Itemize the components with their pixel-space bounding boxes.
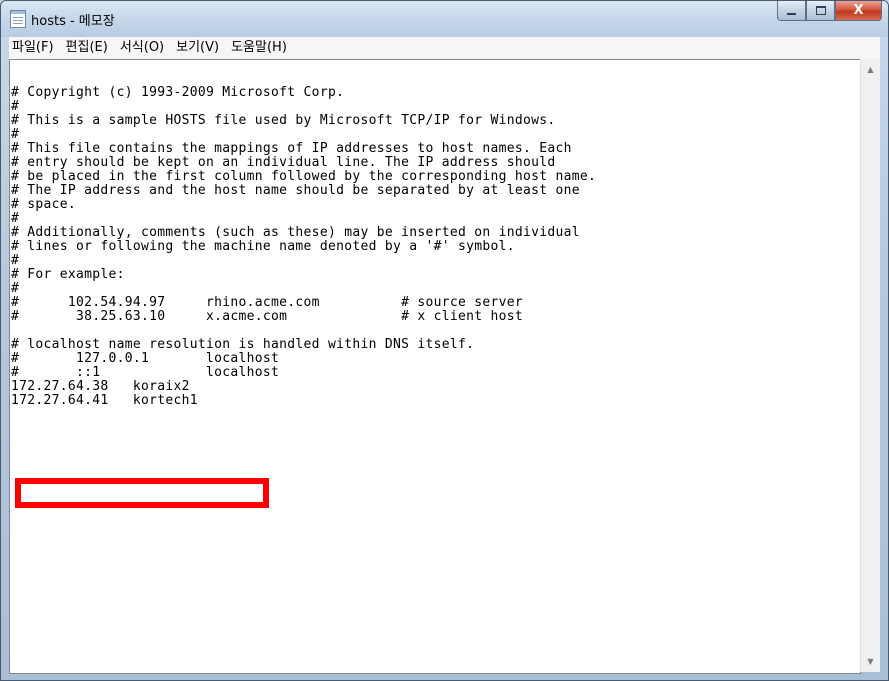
text-line: # entry should be kept on an individual … (11, 155, 556, 170)
menu-format[interactable]: 서식(O) (114, 37, 170, 59)
menu-bar: 파일(F) 편집(E) 서식(O) 보기(V) 도움말(H) (9, 37, 880, 60)
menu-edit[interactable]: 편집(E) (60, 37, 114, 59)
text-line: # (11, 281, 20, 296)
text-line-highlighted: 172.27.64.41 kortech1 (11, 393, 198, 408)
text-line: # The IP address and the host name shoul… (11, 183, 580, 198)
menu-file[interactable]: 파일(F) (9, 37, 60, 59)
text-line: # This is a sample HOSTS file used by Mi… (11, 113, 556, 128)
maximize-icon (815, 6, 826, 15)
text-line: # (11, 127, 20, 142)
close-button[interactable]: X (835, 1, 882, 21)
text-line: # lines or following the machine name de… (11, 239, 515, 254)
window-title: hosts - 메모장 (31, 14, 115, 29)
text-line: # 102.54.94.97 rhino.acme.com # source s… (11, 295, 523, 310)
notepad-window: hosts - 메모장 X 파일(F) 편집(E) 서식(O) 보기(V) 도움… (0, 0, 889, 681)
scroll-up-icon[interactable]: ▲ (861, 61, 880, 78)
text-line: # (11, 99, 20, 114)
menu-help[interactable]: 도움말(H) (225, 37, 293, 59)
text-line: # This file contains the mappings of IP … (11, 141, 572, 156)
text-line: # 38.25.63.10 x.acme.com # x client host (11, 309, 523, 324)
maximize-button[interactable] (806, 1, 835, 21)
text-line-highlighted: 172.27.64.38 koraix2 (11, 379, 190, 394)
text-editor[interactable]: # Copyright (c) 1993-2009 Microsoft Corp… (9, 59, 861, 674)
window-controls: X (777, 1, 882, 21)
menu-view[interactable]: 보기(V) (170, 37, 225, 59)
text-line: # space. (11, 197, 77, 212)
scroll-down-icon[interactable]: ▼ (861, 653, 880, 670)
minimize-icon (787, 12, 796, 15)
text-line: # ::1 localhost (11, 365, 280, 380)
vertical-scrollbar[interactable]: ▲ ▼ (860, 59, 880, 672)
text-line: # Additionally, comments (such as these)… (11, 225, 580, 240)
text-line: # Copyright (c) 1993-2009 Microsoft Corp… (11, 85, 345, 100)
close-icon: X (853, 3, 864, 18)
title-bar[interactable]: hosts - 메모장 X (1, 1, 888, 37)
text-line (11, 324, 596, 338)
text-line: # 127.0.0.1 localhost (11, 351, 280, 366)
notepad-icon (10, 10, 26, 28)
text-line: # For example: (11, 267, 125, 282)
minimize-button[interactable] (777, 1, 806, 21)
text-line: # localhost name resolution is handled w… (11, 337, 475, 352)
editor-text[interactable]: # Copyright (c) 1993-2009 Microsoft Corp… (11, 86, 596, 408)
text-line: # be placed in the first column followed… (11, 169, 597, 184)
red-highlight-box (15, 478, 269, 508)
text-line: # (11, 211, 20, 226)
text-line: # (11, 253, 20, 268)
